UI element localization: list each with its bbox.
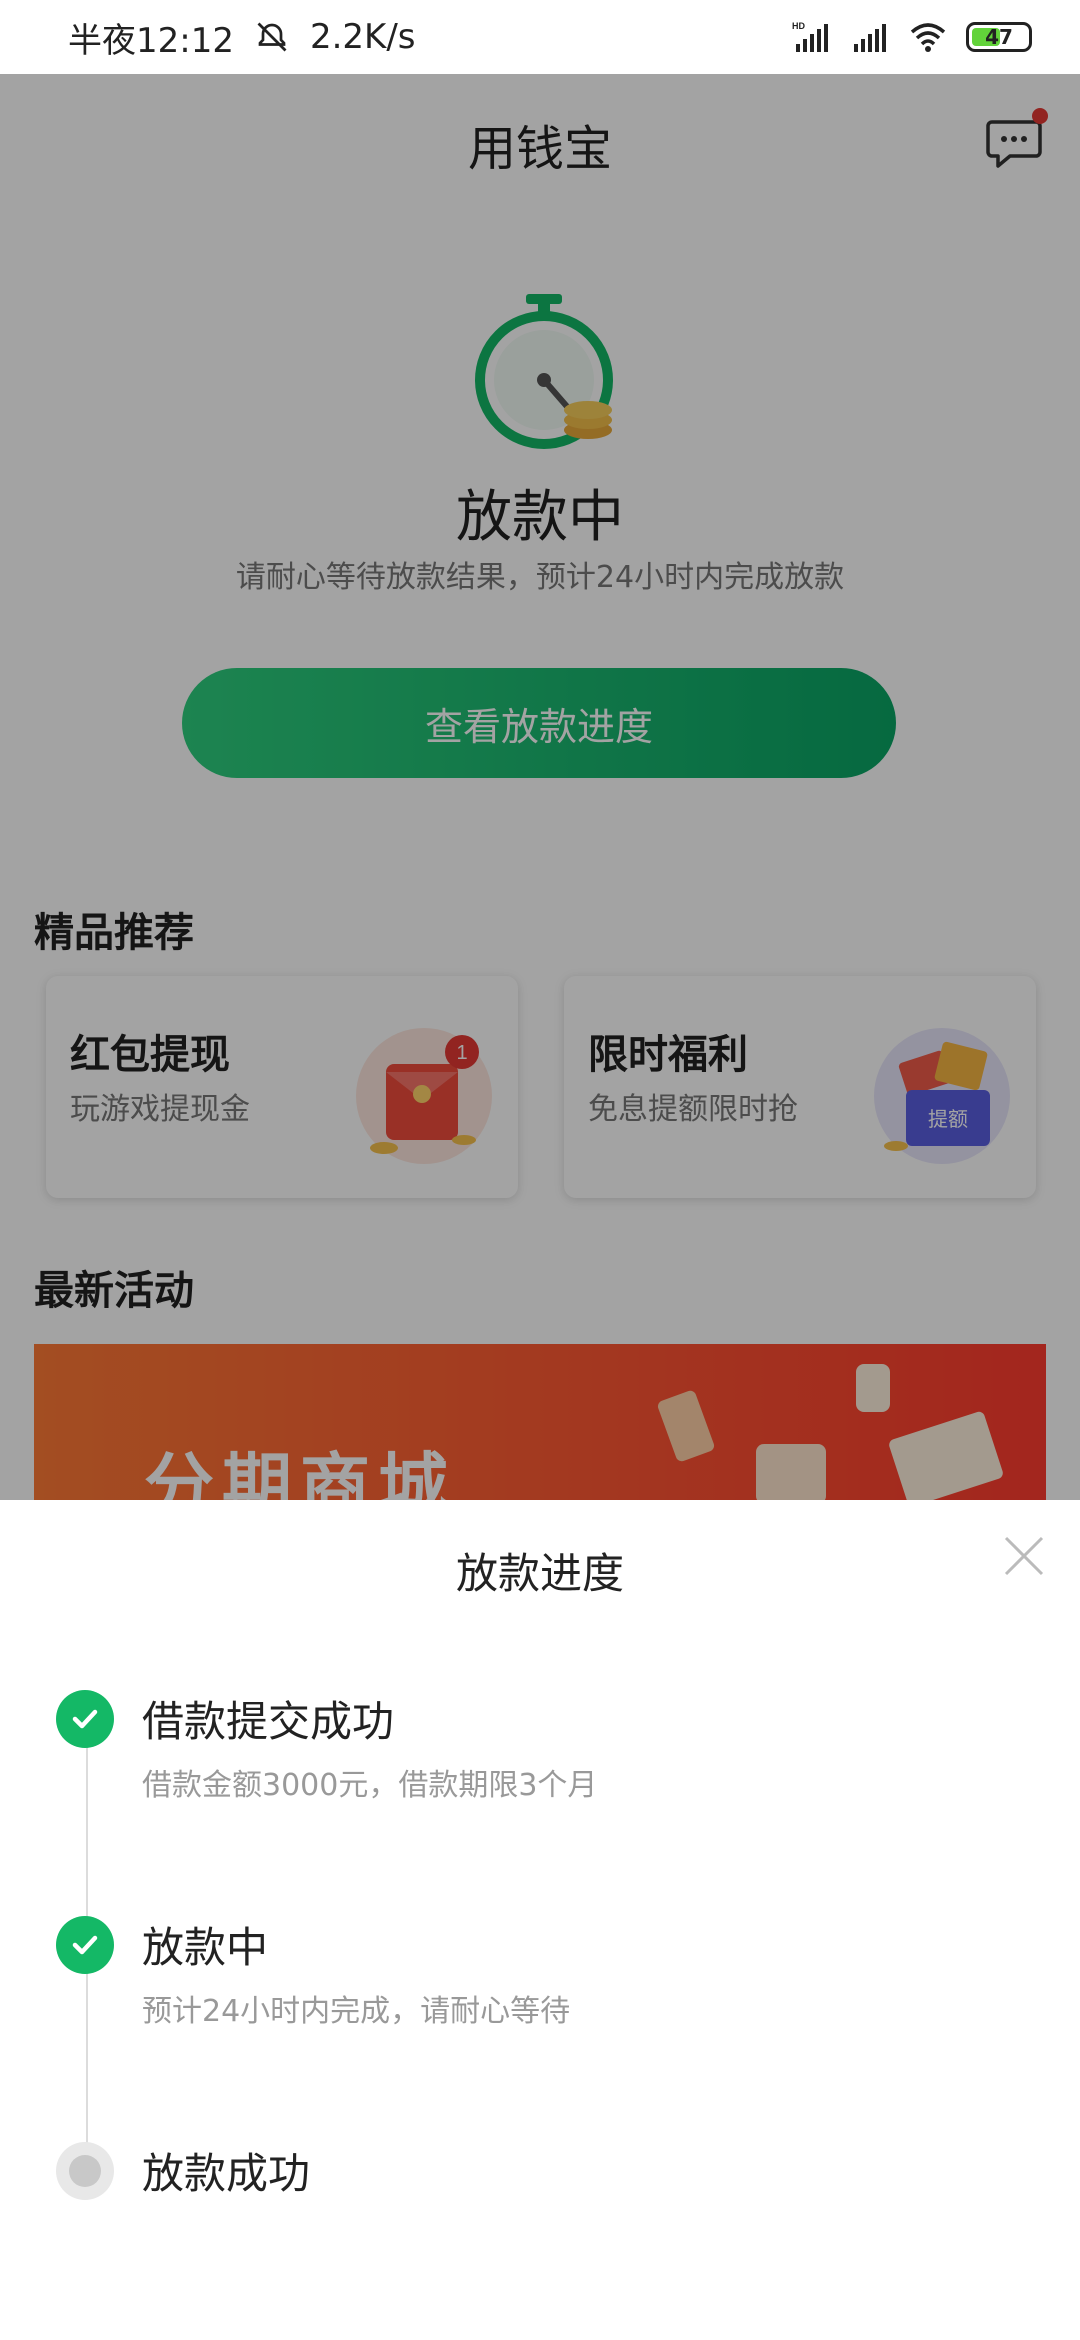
pending-dot-icon — [56, 2142, 114, 2200]
battery-icon: 47 — [966, 22, 1032, 52]
wifi-icon — [910, 23, 946, 52]
sheet-title: 放款进度 — [455, 1549, 624, 1598]
page: 半夜12:12 2.2K/s HD 47 用钱宝 放款中 请耐心等待放款结果，预… — [0, 0, 1080, 2340]
step-desc: 借款金额3000元，借款期限3个月 — [142, 1768, 598, 1803]
check-icon — [56, 1916, 114, 1974]
step-desc: 预计24小时内完成，请耐心等待 — [142, 1994, 571, 2029]
close-icon — [1004, 1536, 1044, 1576]
signal-icon — [854, 24, 886, 52]
step-title: 放款成功 — [142, 2149, 311, 2198]
svg-text:HD: HD — [792, 21, 805, 31]
status-bar: 半夜12:12 2.2K/s HD 47 — [0, 0, 1080, 74]
net-speed: 2.2K/s — [309, 17, 416, 57]
check-icon — [56, 1690, 114, 1748]
alarm-off-icon — [257, 22, 287, 52]
modal-backdrop[interactable] — [0, 74, 1080, 1500]
status-time: 半夜12:12 — [68, 20, 234, 61]
step-title: 放款中 — [142, 1923, 269, 1972]
progress-sheet: 放款进度 借款提交成功 借款金额3000元，借款期限3个月 放款中 预计24小时… — [0, 1500, 1080, 2340]
close-button[interactable] — [998, 1530, 1050, 1582]
signal-hd-icon: HD — [792, 21, 828, 52]
step-title: 借款提交成功 — [142, 1697, 395, 1746]
battery-level: 47 — [985, 25, 1013, 49]
